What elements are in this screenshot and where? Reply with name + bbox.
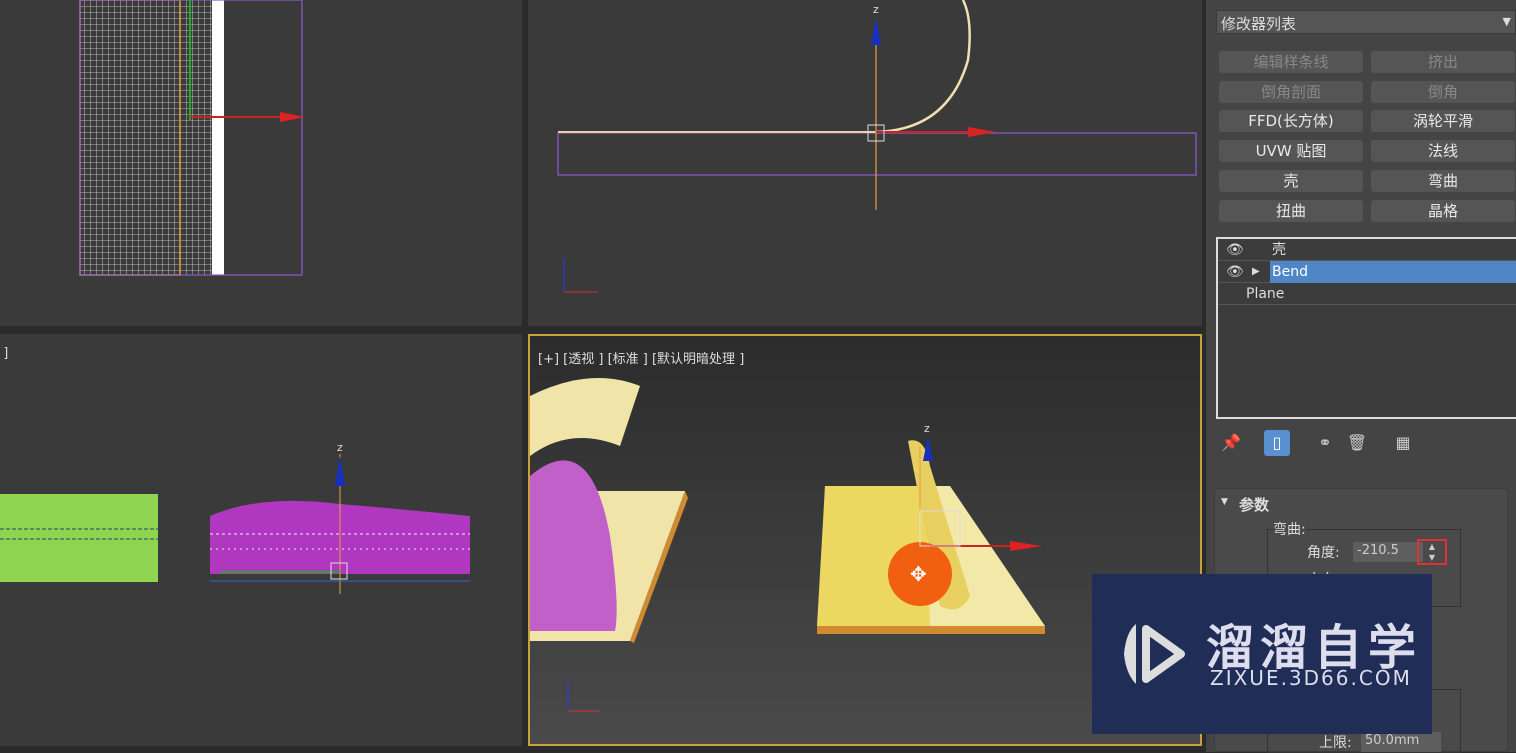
rollout-title[interactable]: 参数 <box>1239 494 1269 515</box>
stack-item-label: Plane <box>1246 286 1285 302</box>
eye-icon[interactable]: 👁 <box>1226 261 1244 283</box>
watermark-logo-icon <box>1124 624 1185 684</box>
pin-stack-icon[interactable]: 📌 <box>1218 430 1244 456</box>
modifier-button[interactable]: 法线 <box>1371 140 1515 162</box>
top-left-scene <box>79 0 305 276</box>
show-end-result-icon[interactable]: ▯ <box>1264 430 1290 456</box>
svg-text:z: z <box>337 441 343 454</box>
modifier-button[interactable]: 壳 <box>1219 170 1363 192</box>
eye-icon[interactable]: 👁 <box>1226 239 1244 261</box>
upper-limit-input[interactable]: 50.0mm <box>1361 732 1441 752</box>
svg-text:z: z <box>873 3 879 16</box>
stack-item-label: 壳 <box>1272 242 1286 258</box>
stack-item-label: Bend <box>1270 261 1516 283</box>
modifier-button[interactable]: 挤出 <box>1371 51 1515 73</box>
modifier-button[interactable]: UVW 贴图 <box>1219 140 1363 162</box>
stack-item-shell[interactable]: 👁 壳 <box>1218 239 1516 261</box>
modifier-stack: 👁 壳 👁 ▶ Bend Plane <box>1216 237 1516 419</box>
viewport-front[interactable]: z <box>528 0 1202 326</box>
viewport-left[interactable]: [ ] z <box>0 334 522 746</box>
front-scene: z <box>557 0 1197 293</box>
svg-text:z: z <box>924 422 930 435</box>
modifier-button[interactable]: 晶格 <box>1371 200 1515 222</box>
modifier-button[interactable]: 倒角 <box>1371 81 1515 103</box>
upper-limit-label: 上限: <box>1319 735 1352 751</box>
angle-label: 角度: <box>1307 545 1340 561</box>
expand-arrow-icon[interactable]: ▶ <box>1252 261 1260 283</box>
modifier-list-label: 修改器列表 <box>1221 15 1297 33</box>
svg-text:✥: ✥ <box>910 562 927 586</box>
stack-item-bend[interactable]: 👁 ▶ Bend <box>1218 261 1516 283</box>
modifier-button[interactable]: 涡轮平滑 <box>1371 110 1515 132</box>
stack-item-plane[interactable]: Plane <box>1218 283 1516 305</box>
chevron-down-icon: ▼ <box>1502 15 1511 28</box>
configure-sets-icon[interactable]: ▦ <box>1390 430 1416 456</box>
make-unique-icon[interactable]: ⚭ <box>1312 430 1338 456</box>
stack-toolbar: 📌 ▯ ⚭ 🗑 ▦ <box>1216 428 1516 458</box>
viewport-top-left[interactable] <box>0 0 522 326</box>
modifier-button[interactable]: FFD(长方体) <box>1219 110 1363 132</box>
modifier-list-dropdown[interactable]: 修改器列表 ▼ <box>1216 10 1516 34</box>
modifier-button[interactable]: 扭曲 <box>1219 200 1363 222</box>
modifier-button[interactable]: 倒角剖面 <box>1219 81 1363 103</box>
watermark: 溜溜自学 ZIXUE.3D66.COM <box>1092 574 1432 734</box>
left-scene: z <box>0 441 470 594</box>
group-label: 弯曲: <box>1273 519 1306 539</box>
modifier-button[interactable]: 弯曲 <box>1371 170 1515 192</box>
angle-input[interactable]: -210.5 <box>1353 542 1423 562</box>
collapse-arrow-icon[interactable]: ▼ <box>1221 497 1228 507</box>
trash-icon[interactable]: 🗑 <box>1344 430 1370 456</box>
watermark-url: ZIXUE.3D66.COM <box>1210 666 1412 690</box>
angle-spinner[interactable]: ▲ ▼ <box>1417 539 1447 565</box>
modifier-button[interactable]: 编辑样条线 <box>1219 51 1363 73</box>
